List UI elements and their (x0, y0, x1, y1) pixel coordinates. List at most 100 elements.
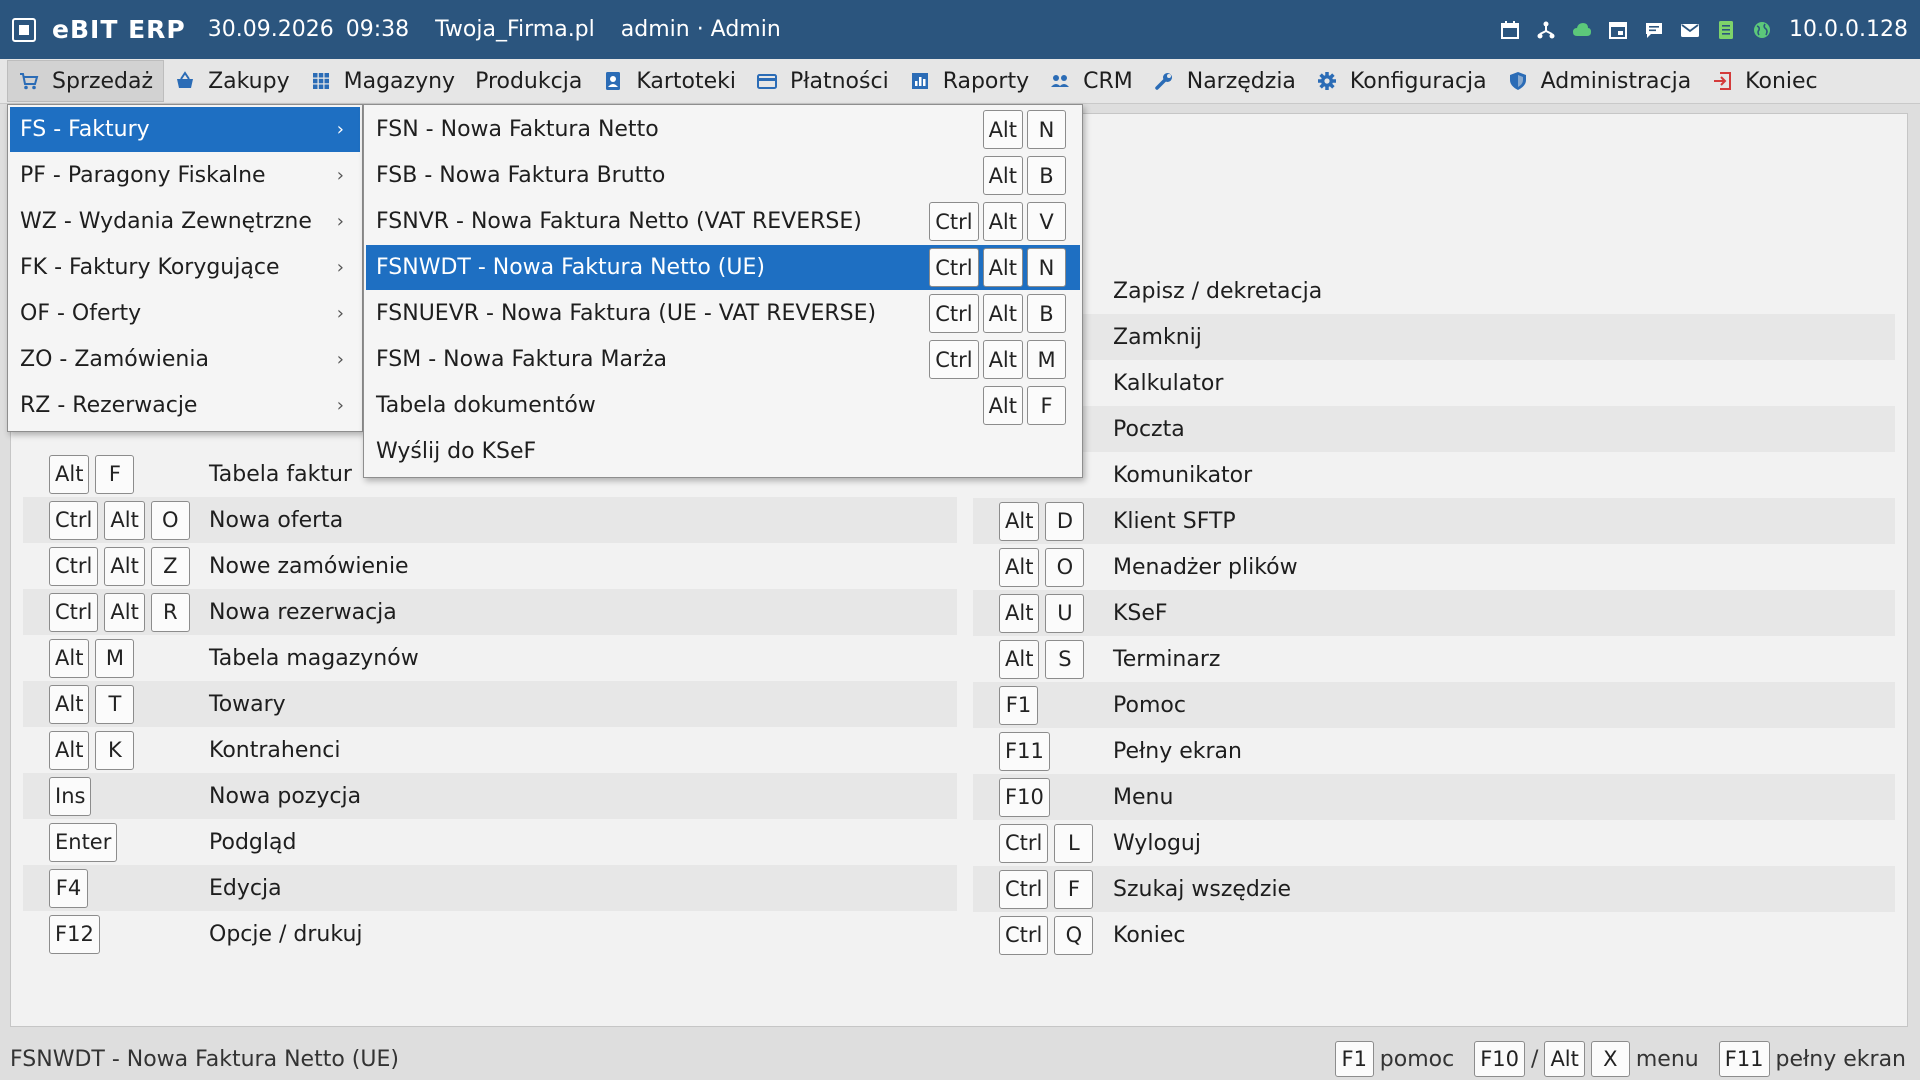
menu-raporty[interactable]: Raporty (899, 60, 1039, 102)
globe-icon[interactable] (1751, 19, 1773, 41)
submenu-item[interactable]: FSNWDT - Nowa Faktura Netto (UE) Ctrl Alt N (366, 245, 1080, 290)
menu-magazyny[interactable]: Magazyny (300, 60, 465, 102)
shortcut-row[interactable]: Poczta (973, 406, 1895, 452)
shortcut-row[interactable]: F12 Opcje / drukuj (23, 911, 957, 957)
submenu-item[interactable]: FSB - Nowa Faktura Brutto Alt B (366, 153, 1080, 198)
menu-sprzedaz[interactable]: Sprzedaż (7, 60, 165, 102)
key-alt: Alt (1544, 1041, 1585, 1077)
shortcut-row[interactable]: F10 Menu (973, 774, 1895, 820)
current-time: 09:38 (345, 17, 410, 42)
chat-icon[interactable] (1643, 19, 1665, 41)
schedule-icon[interactable] (1607, 19, 1629, 41)
menu-platnosci[interactable]: Płatności (746, 60, 899, 102)
submenu-item[interactable]: Tabela dokumentów Alt F (366, 383, 1080, 428)
user-name: admin · Admin (620, 17, 781, 42)
key-f: F (1054, 869, 1094, 909)
shortcut-keys: Ctrl Q (999, 915, 1094, 955)
company-name: Twoja_Firma.pl (435, 17, 595, 42)
mail-icon[interactable] (1679, 19, 1701, 41)
shortcut-row[interactable]: Kalkulator (973, 360, 1895, 406)
cloud-icon[interactable] (1571, 19, 1593, 41)
credit-card-icon (756, 70, 778, 92)
shortcut-row[interactable]: Ctrl Alt R Nowa rezerwacja (23, 589, 957, 635)
menu-label: Magazyny (343, 68, 456, 94)
shortcut-row[interactable]: Komunikator (973, 452, 1895, 498)
shortcut-row[interactable]: Ctrl Alt Z Nowe zamówienie (23, 543, 957, 589)
shortcut-row[interactable]: F11 Pełny ekran (973, 728, 1895, 774)
shortcut-keys: Alt O (999, 547, 1085, 587)
menu-label: Kartoteki (636, 68, 736, 94)
shortcut-label: Poczta (1113, 416, 1185, 442)
key-t: T (95, 684, 135, 724)
menu-produkcja[interactable]: Produkcja (465, 60, 592, 102)
submenu-item[interactable]: Wyślij do KSeF (366, 429, 1080, 474)
shortcut-label: Edycja (209, 875, 282, 901)
key-alt: Alt (982, 386, 1023, 425)
shortcut-label: Pomoc (1113, 692, 1186, 718)
chevron-right-icon: › (336, 165, 344, 186)
key-alt: Alt (49, 454, 90, 494)
submenu-item[interactable]: RZ - Rezerwacje › (10, 383, 360, 428)
submenu-item[interactable]: OF - Oferty › (10, 291, 360, 336)
shortcut-row[interactable]: Alt M Tabela magazynów (23, 635, 957, 681)
shortcut-label: Nowa rezerwacja (209, 599, 397, 625)
shortcut-keys: Ctrl Alt R (49, 592, 190, 632)
grid-icon (310, 70, 332, 92)
shortcut-row[interactable]: Alt S Terminarz (973, 636, 1895, 682)
shortcut-row[interactable]: Ctrl L Wyloguj (973, 820, 1895, 866)
shortcut-row[interactable]: Enter Podgląd (23, 819, 957, 865)
menu-narzedzia[interactable]: Narzędzia (1143, 60, 1306, 102)
contact-card-icon (602, 70, 624, 92)
chevron-right-icon: › (336, 119, 344, 140)
shortcut-row[interactable]: rZapisz / dekretacja (973, 268, 1895, 314)
shortcut-row[interactable]: Alt O Menadżer plików (973, 544, 1895, 590)
key-z: Z (150, 546, 190, 586)
key-alt: Alt (982, 340, 1023, 379)
submenu-item[interactable]: FSNUEVR - Nowa Faktura (UE - VAT REVERSE… (366, 291, 1080, 336)
menu-koniec[interactable]: Koniec (1701, 60, 1827, 102)
app-logo-icon (12, 17, 36, 42)
shortcut-keys: Ctrl Alt N (929, 248, 1066, 287)
shortcut-row[interactable]: Ctrl F Szukaj wszędzie (973, 866, 1895, 912)
key-alt: Alt (49, 730, 90, 770)
menu-administracja[interactable]: Administracja (1497, 60, 1702, 102)
shortcut-row[interactable]: Alt D Klient SFTP (973, 498, 1895, 544)
submenu-item[interactable]: FSNVR - Nowa Faktura Netto (VAT REVERSE)… (366, 199, 1080, 244)
chevron-right-icon: › (336, 349, 344, 370)
network-icon[interactable] (1535, 19, 1557, 41)
shortcut-row[interactable]: Zamknij (973, 314, 1895, 360)
submenu-item-label: FK - Faktury Korygujące (20, 255, 280, 280)
chevron-right-icon: › (336, 211, 344, 232)
shortcut-row[interactable]: Ctrl Q Koniec (973, 912, 1895, 958)
submenu-item[interactable]: FSM - Nowa Faktura Marża Ctrl Alt M (366, 337, 1080, 382)
menu-zakupy[interactable]: Zakupy (164, 60, 300, 102)
shortcut-keys: Alt S (999, 639, 1085, 679)
submenu-item[interactable]: PF - Paragony Fiskalne › (10, 153, 360, 198)
key-q: Q (1054, 915, 1094, 955)
submenu-item[interactable]: FS - Faktury › (10, 107, 360, 152)
menu-crm[interactable]: CRM (1039, 60, 1143, 102)
submenu-item[interactable]: ZO - Zamówienia › (10, 337, 360, 382)
submenu-item[interactable]: FK - Faktury Korygujące › (10, 245, 360, 290)
menu-konfiguracja[interactable]: Konfiguracja (1306, 60, 1497, 102)
shortcut-keys: Ctrl L (999, 823, 1094, 863)
submenu-item[interactable]: WZ - Wydania Zewnętrzne › (10, 199, 360, 244)
calendar-icon[interactable] (1499, 19, 1521, 41)
shortcut-row[interactable]: Alt T Towary (23, 681, 957, 727)
notes-icon[interactable] (1715, 19, 1737, 41)
app-title: eBIT ERP (52, 15, 186, 44)
status-bar: FSNWDT - Nowa Faktura Netto (UE) F1 pomo… (0, 1038, 1920, 1080)
shortcut-row[interactable]: Ins Nowa pozycja (23, 773, 957, 819)
shortcut-row[interactable]: Alt K Kontrahenci (23, 727, 957, 773)
shortcut-row[interactable]: F4 Edycja (23, 865, 957, 911)
shortcut-row[interactable]: F1 Pomoc (973, 682, 1895, 728)
shortcut-row[interactable]: Ctrl Alt O Nowa oferta (23, 497, 957, 543)
status-hints: F1 pomoc F10 / Alt X menu F11 pełny ekra… (1334, 1041, 1906, 1077)
shortcut-label: Pełny ekran (1113, 738, 1242, 764)
key-enter: Enter (49, 822, 118, 862)
menu-kartoteki[interactable]: Kartoteki (592, 60, 746, 102)
key-f1: F1 (999, 685, 1038, 725)
menu-label: Koniec (1745, 68, 1818, 94)
shortcut-row[interactable]: Alt U KSeF (973, 590, 1895, 636)
submenu-item[interactable]: FSN - Nowa Faktura Netto Alt N (366, 107, 1080, 152)
